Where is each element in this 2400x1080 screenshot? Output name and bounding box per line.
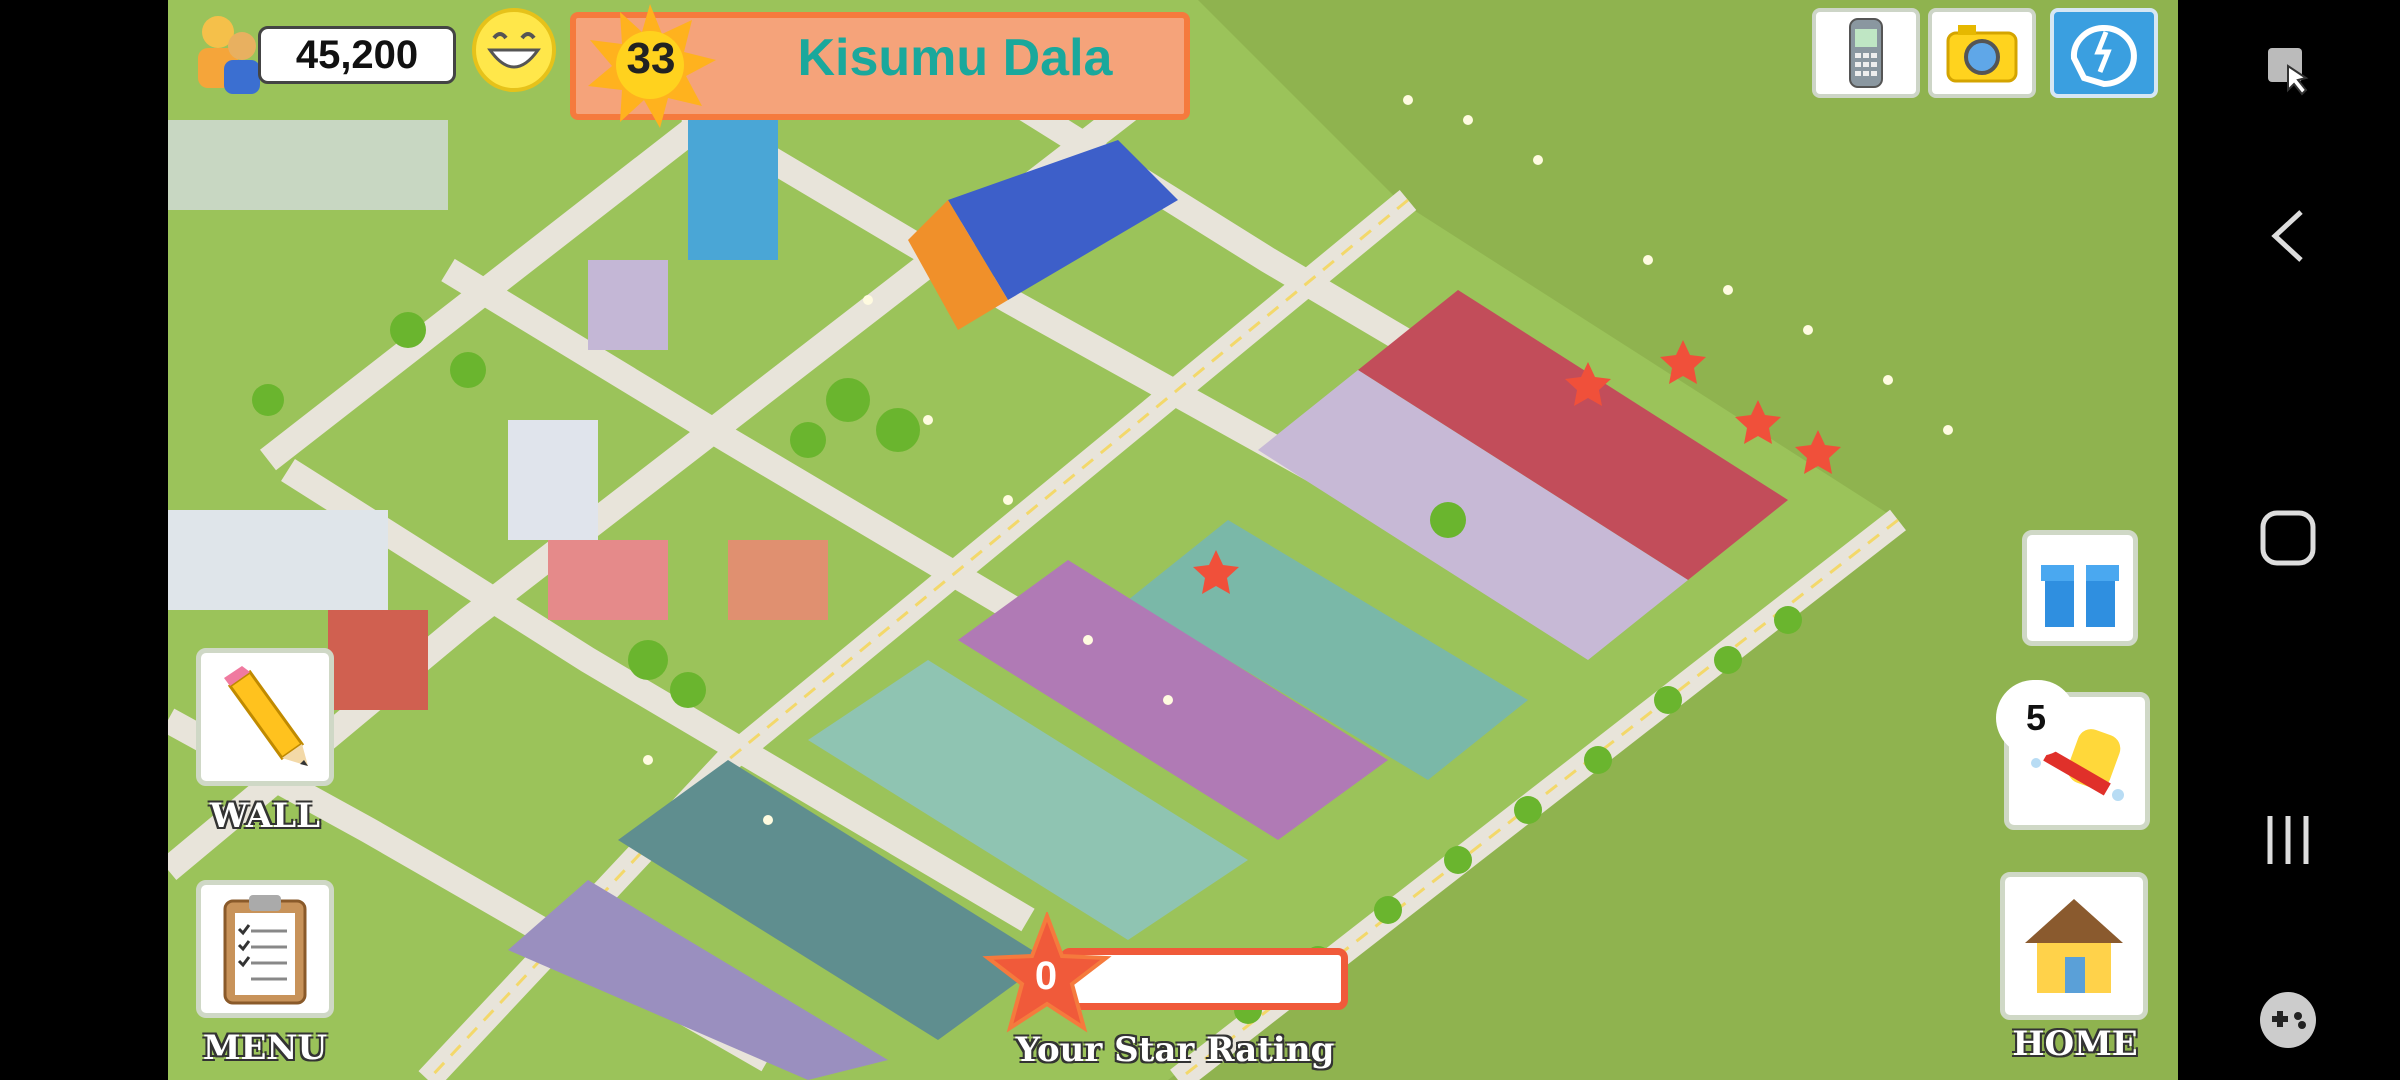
star-rating-meter[interactable]: 0 Your Star Rating xyxy=(982,912,1360,1070)
house-icon xyxy=(2025,899,2123,993)
gift-button[interactable] xyxy=(2022,530,2138,646)
square-home-icon xyxy=(2260,510,2316,566)
gift-icon xyxy=(2041,554,2119,627)
cleanup-count-badge: 5 xyxy=(1996,680,2076,756)
game-tools-button[interactable] xyxy=(2228,960,2348,1080)
menu-label: MENU xyxy=(202,1028,328,1068)
level-number: 33 xyxy=(626,34,676,83)
population-counter[interactable]: 45,200 xyxy=(180,8,460,98)
recents-icon xyxy=(2267,816,2309,864)
screen-record-button[interactable] xyxy=(2228,10,2348,130)
share-button[interactable] xyxy=(2050,8,2158,98)
home-button[interactable] xyxy=(2000,872,2148,1020)
clipboard-icon xyxy=(223,895,307,1005)
happiness-smiley-icon[interactable] xyxy=(470,6,558,94)
pencil-icon xyxy=(224,666,308,766)
star-rating-label: Your Star Rating xyxy=(1015,1030,1335,1070)
city-name: Kisumu Dala xyxy=(797,29,1113,87)
menu-button[interactable] xyxy=(196,880,334,1018)
share-icon xyxy=(2070,25,2137,88)
phone-button[interactable] xyxy=(1812,8,1920,98)
home-nav-button[interactable] xyxy=(2228,478,2348,598)
population-value: 45,200 xyxy=(258,26,456,84)
wall-button[interactable] xyxy=(196,648,334,786)
back-chevron-icon xyxy=(2271,210,2303,262)
phone-icon xyxy=(1849,18,1883,88)
camera-icon xyxy=(1946,25,2018,83)
back-button[interactable] xyxy=(2228,176,2348,296)
system-nav-bar xyxy=(2178,0,2400,1080)
citizens-icon xyxy=(198,16,260,94)
gamepad-icon xyxy=(2260,992,2316,1048)
home-label: HOME xyxy=(2012,1024,2138,1064)
touch-icon xyxy=(2268,48,2309,96)
camera-button[interactable] xyxy=(1928,8,2036,98)
recents-button[interactable] xyxy=(2228,780,2348,900)
wall-label: WALL xyxy=(209,796,321,836)
star-rating-value: 0 xyxy=(1034,954,1058,998)
